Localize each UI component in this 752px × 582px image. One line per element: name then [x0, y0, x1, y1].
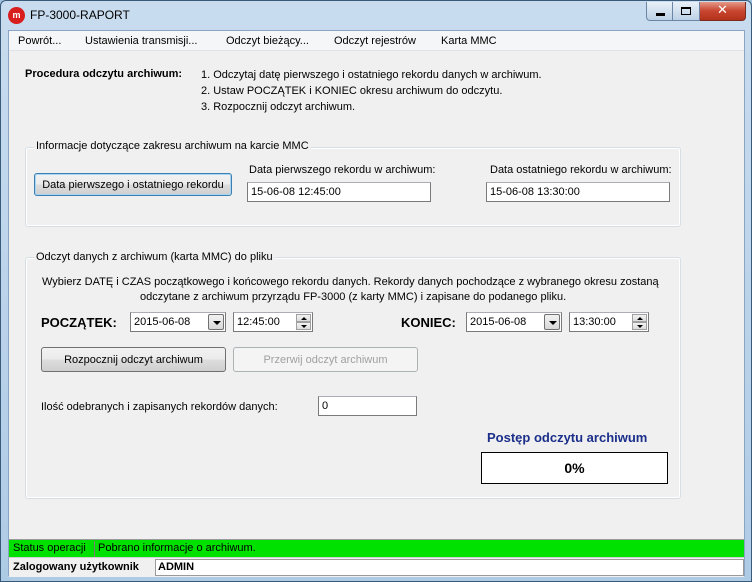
stop-read-button: Przerwij odczyt archiwum [233, 347, 418, 372]
start-time-spin [296, 314, 311, 330]
procedure-title: Procedura odczytu archiwum: [25, 68, 183, 80]
menu-bar: Powrót... Ustawienia transmisji... Odczy… [9, 31, 744, 51]
user-value: ADMIN [155, 559, 744, 576]
start-time-value: 12:45:00 [237, 316, 280, 328]
minimize-button[interactable] [646, 2, 673, 21]
client-area: Powrót... Ustawienia transmisji... Odczy… [8, 30, 745, 577]
last-record-label: Data ostatniego rekordu w archiwum: [490, 164, 672, 176]
window-title: FP-3000-RAPORT [30, 8, 130, 22]
app-logo-icon: m [8, 7, 25, 24]
end-time-spin [632, 314, 647, 330]
spin-down-icon[interactable] [632, 322, 647, 330]
progress-title: Postęp odczytu archiwum [487, 430, 648, 445]
start-read-button[interactable]: Rozpocznij odczyt archiwum [41, 347, 226, 372]
spin-up-icon[interactable] [632, 314, 647, 322]
spin-up-icon[interactable] [296, 314, 311, 322]
progress-indicator: 0% [481, 452, 668, 484]
spin-down-icon[interactable] [296, 322, 311, 330]
first-record-label: Data pierwszego rekordu w archiwum: [249, 164, 436, 176]
procedure-step-3: 3. Rozpocznij odczyt archiwum. [201, 101, 356, 113]
start-date-picker[interactable]: 2015-06-08 [130, 312, 226, 332]
menu-powrot[interactable]: Powrót... [18, 35, 61, 47]
window-controls: ✕ [646, 2, 746, 21]
menu-karta-mmc[interactable]: Karta MMC [441, 35, 497, 47]
procedure-step-2: 2. Ustaw POCZĄTEK i KONIEC okresu archiw… [201, 85, 503, 97]
chevron-down-icon[interactable] [208, 314, 224, 330]
user-label: Zalogowany użytkownik [13, 561, 139, 573]
minimize-icon [656, 13, 665, 16]
menu-odczyt-biezacy[interactable]: Odczyt bieżący... [226, 35, 309, 47]
read-description-line-1: Wybierz DATĘ i CZAS początkowego i końco… [42, 276, 659, 288]
end-time-stepper[interactable]: 13:30:00 [569, 312, 649, 332]
end-time-value: 13:30:00 [573, 316, 616, 328]
read-description-line-2: odczytane z archiwum przyrządu FP-3000 (… [140, 291, 567, 303]
start-label: POCZĄTEK: [41, 315, 117, 330]
status-divider [94, 541, 95, 557]
last-record-field[interactable]: 15-06-08 13:30:00 [486, 182, 670, 202]
app-window: m FP-3000-RAPORT ✕ Powrót... Ustawienia … [0, 0, 752, 582]
end-label: KONIEC: [401, 315, 456, 330]
end-date-value: 2015-06-08 [470, 316, 527, 328]
first-record-field[interactable]: 15-06-08 12:45:00 [247, 182, 431, 202]
menu-odczyt-rejestrow[interactable]: Odczyt rejestrów [334, 35, 416, 47]
title-bar[interactable]: m FP-3000-RAPORT ✕ [1, 1, 751, 30]
progress-value: 0% [564, 460, 585, 476]
procedure-step-1: 1. Odczytaj datę pierwszego i ostatniego… [201, 69, 542, 81]
record-count-field[interactable]: 0 [318, 396, 417, 416]
status-message: Pobrano informacje o archiwum. [98, 542, 256, 554]
read-first-last-record-button[interactable]: Data pierwszego i ostatniego rekordu [34, 173, 232, 196]
maximize-button[interactable] [673, 2, 700, 21]
record-count-label: Ilość odebranych i zapisanych rekordów d… [41, 401, 278, 413]
maximize-icon [681, 7, 691, 15]
read-archive-legend: Odczyt danych z archiwum (karta MMC) do … [34, 251, 275, 263]
user-bar: Zalogowany użytkownik ADMIN [9, 557, 744, 577]
status-bar: Status operacji Pobrano informacje o arc… [9, 539, 744, 557]
status-label: Status operacji [13, 542, 86, 554]
end-date-picker[interactable]: 2015-06-08 [466, 312, 562, 332]
menu-ustawienia-transmisji[interactable]: Ustawienia transmisji... [85, 35, 197, 47]
close-button[interactable]: ✕ [700, 2, 746, 21]
start-time-stepper[interactable]: 12:45:00 [233, 312, 313, 332]
chevron-down-icon[interactable] [544, 314, 560, 330]
start-date-value: 2015-06-08 [134, 316, 191, 328]
close-icon: ✕ [717, 3, 728, 18]
mmc-info-legend: Informacje dotyczące zakresu archiwum na… [34, 140, 311, 152]
